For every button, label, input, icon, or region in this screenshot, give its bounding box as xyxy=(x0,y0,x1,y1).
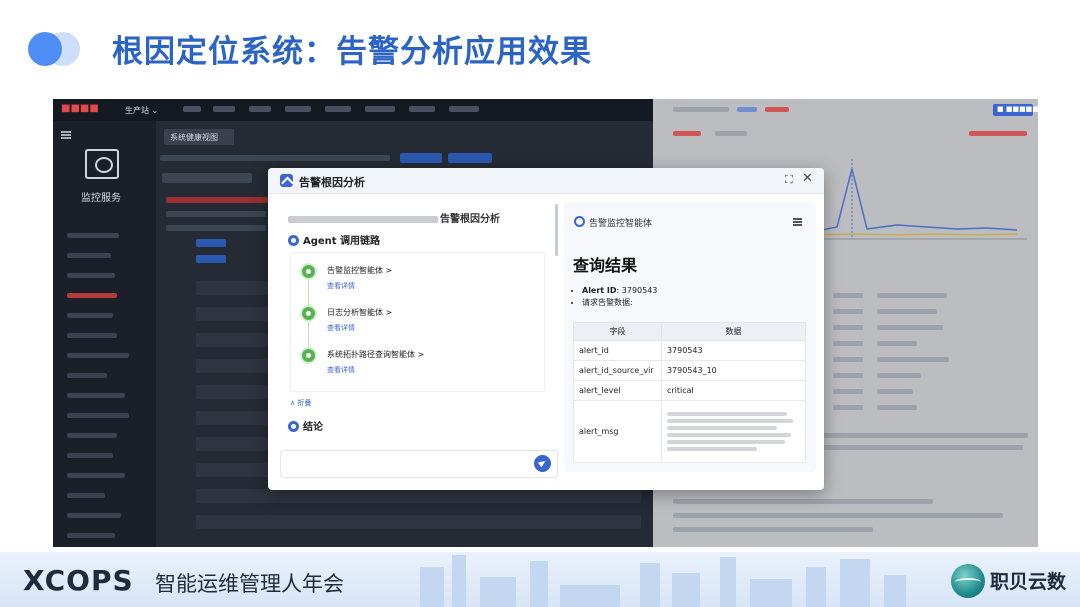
step-name[interactable]: 告警监控智能体 > xyxy=(327,265,392,276)
chain-icon xyxy=(288,235,299,246)
step-name[interactable]: 日志分析智能体 > xyxy=(327,307,392,318)
app-sidebar: 监控服务 xyxy=(53,121,156,547)
footer-brand: XCOPS xyxy=(23,564,134,597)
nav-item[interactable] xyxy=(325,106,351,112)
close-icon[interactable]: ✕ xyxy=(802,171,813,186)
alert-msg-blurred xyxy=(660,400,807,463)
request-item: 请求告警数据: xyxy=(582,297,657,308)
sidebar-module-label: 监控服务 xyxy=(81,193,121,204)
nav-item[interactable] xyxy=(213,106,235,112)
menu-icon[interactable] xyxy=(61,131,71,139)
agent-icon xyxy=(574,216,585,227)
step-check-icon xyxy=(302,307,315,320)
alert-table: 字段 数据 alert_id 3790543 alert_id_source_v… xyxy=(573,322,807,463)
scrollbar[interactable] xyxy=(555,204,558,256)
nav-item[interactable] xyxy=(449,106,479,112)
table-row: alert_msg xyxy=(573,400,807,463)
nav-item[interactable] xyxy=(365,106,395,112)
nav-item[interactable] xyxy=(409,106,435,112)
app-brand: ■■■■ xyxy=(61,103,99,114)
table-row: alert_level critical xyxy=(573,380,807,401)
table-row: alert_id_source_vir 3790543_10 xyxy=(573,360,807,381)
analysis-icon xyxy=(280,174,293,187)
tab-system-health[interactable]: 系统健康视图 xyxy=(164,129,234,145)
agent-result-panel: 告警监控智能体 查询结果 Alert ID: 3790543 请求告警数据: 字… xyxy=(564,202,816,472)
analysis-heading: 告警根因分析 xyxy=(288,210,500,225)
table-row: alert_id 3790543 xyxy=(573,340,807,361)
chat-input[interactable] xyxy=(280,450,558,478)
conclusion-section: 结论 xyxy=(288,418,323,433)
app-top-bar: ■■■■ 生产站 ⌄ xyxy=(53,99,653,121)
result-title: 查询结果 xyxy=(573,256,638,275)
analyze-button[interactable]: ■ ■■■■■ xyxy=(993,104,1038,116)
agent-steps: 告警监控智能体 > 查看详情 日志分析智能体 > 查看详情 系统拓扑路径查询智能… xyxy=(290,252,545,392)
column-header: 字段 xyxy=(573,322,662,341)
slide-title: 根因定位系统：告警分析应用效果 xyxy=(112,34,592,70)
alert-id-item: Alert ID: 3790543 xyxy=(582,286,657,295)
nav-item[interactable] xyxy=(285,106,311,112)
step-check-icon xyxy=(302,349,315,362)
step-check-icon xyxy=(302,265,315,278)
company-logo-icon xyxy=(951,564,985,598)
expand-icon[interactable]: ⛶ xyxy=(785,173,793,187)
step-name[interactable]: 系统拓扑路径查询智能体 > xyxy=(327,349,424,360)
step-detail-link[interactable]: 查看详情 xyxy=(327,365,355,375)
agent-chain-section: Agent 调用链路 xyxy=(288,232,380,247)
result-summary: Alert ID: 3790543 请求告警数据: xyxy=(582,286,657,310)
conclusion-icon xyxy=(288,421,299,432)
footer-subtitle: 智能运维管理人年会 xyxy=(155,572,344,596)
slide: 根因定位系统：告警分析应用效果 ■■■■ 生产站 ⌄ 监控服务 系统健康视图 ■… xyxy=(0,0,1080,607)
env-selector[interactable]: 生产站 ⌄ xyxy=(125,105,158,116)
send-icon[interactable] xyxy=(534,455,551,472)
step-detail-link[interactable]: 查看详情 xyxy=(327,323,355,333)
title-logo-icon xyxy=(28,30,84,68)
analysis-panel: 告警根因分析 Agent 调用链路 告警监控智能体 > 查看详情 日志分析智能体… xyxy=(280,202,558,482)
agent-name: 告警监控智能体 xyxy=(589,219,653,229)
trend-chart xyxy=(817,159,1027,240)
list-menu-icon[interactable] xyxy=(793,218,802,226)
modal-header: 告警根因分析 ⛶ ✕ xyxy=(268,168,824,194)
nav-item[interactable] xyxy=(183,106,201,112)
nav-item[interactable] xyxy=(249,106,271,112)
root-cause-modal: 告警根因分析 ⛶ ✕ 告警根因分析 Agent 调用链路 告警监控智能体 > 查… xyxy=(268,168,824,490)
modal-title: 告警根因分析 xyxy=(299,176,365,189)
company-name: 职贝云数 xyxy=(990,571,1067,593)
step-detail-link[interactable]: 查看详情 xyxy=(327,281,355,291)
collapse-link[interactable]: ∧ 折叠 xyxy=(290,398,311,408)
column-header: 数据 xyxy=(660,322,807,341)
monitor-icon xyxy=(85,149,119,179)
